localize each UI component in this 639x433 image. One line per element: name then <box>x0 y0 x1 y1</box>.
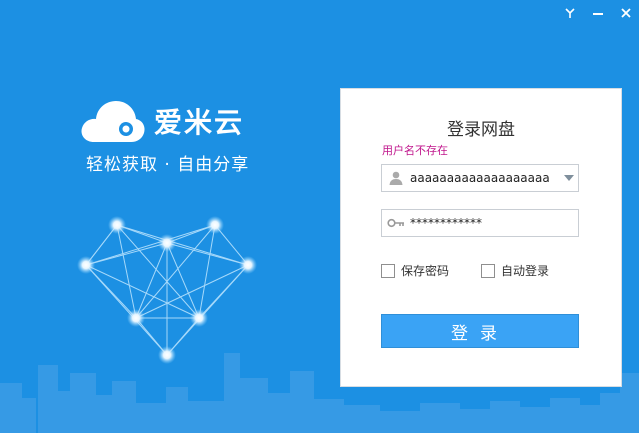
brand-slogan: 轻松获取 · 自由分享 <box>86 155 250 175</box>
window-controls <box>563 6 633 20</box>
auto-login-checkbox[interactable]: 自动登录 <box>481 262 549 279</box>
password-value: ************ <box>410 216 482 230</box>
brand-name: 爱米云 <box>154 106 245 139</box>
error-message: 用户名不存在 <box>382 144 448 157</box>
cloud-logo-icon <box>81 101 145 142</box>
password-field[interactable]: ************ <box>381 209 579 237</box>
user-icon <box>382 170 410 186</box>
key-icon <box>382 218 410 228</box>
login-window: 爱米云 轻松获取 · 自由分享 登录网盘 用户名不存在 aaaaaaaaaaaa… <box>0 0 639 433</box>
remember-password-label: 保存密码 <box>401 264 450 278</box>
login-title: 登录网盘 <box>447 120 515 140</box>
brand: 爱米云 <box>80 98 244 144</box>
remember-password-checkbox[interactable]: 保存密码 <box>381 262 449 279</box>
auto-login-box[interactable] <box>481 263 495 278</box>
close-icon[interactable] <box>619 6 633 20</box>
auto-login-label: 自动登录 <box>501 264 550 278</box>
login-panel: 登录网盘 用户名不存在 aaaaaaaaaaaaaaaaaaa ********… <box>340 88 622 387</box>
chevron-down-icon[interactable] <box>560 175 578 181</box>
remember-password-box[interactable] <box>381 263 395 278</box>
username-field[interactable]: aaaaaaaaaaaaaaaaaaa <box>381 164 579 192</box>
username-value: aaaaaaaaaaaaaaaaaaa <box>410 171 550 185</box>
pin-icon[interactable] <box>563 6 577 20</box>
minimize-icon[interactable] <box>591 6 605 20</box>
login-button[interactable]: 登录 <box>381 314 579 348</box>
